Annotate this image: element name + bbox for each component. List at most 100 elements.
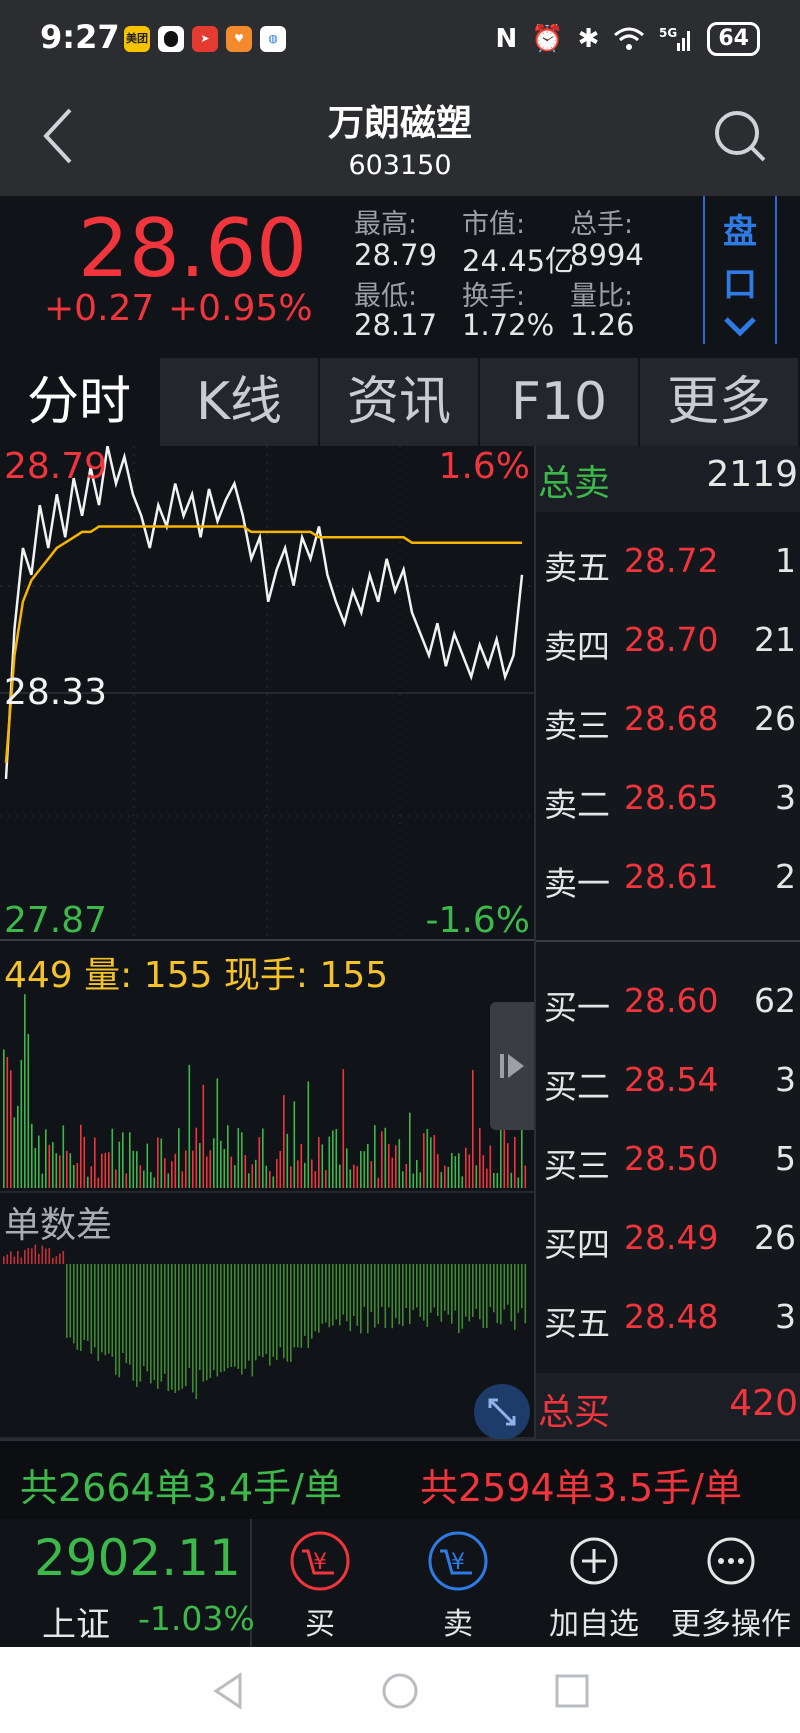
ask-row-2[interactable]: 卖二 28.65 3 <box>536 778 800 828</box>
bid-row-5[interactable]: 买五 28.48 3 <box>536 1297 800 1347</box>
volume-bar <box>178 1128 180 1188</box>
volume-bar <box>90 1166 93 1188</box>
more-actions-button[interactable]: 更多操作 <box>662 1519 800 1647</box>
order-diff-bar <box>514 1264 516 1330</box>
tab-news[interactable]: 资讯 <box>320 358 480 446</box>
order-diff-bar <box>426 1264 429 1327</box>
order-diff-bar <box>500 1264 502 1325</box>
volume-bar <box>402 1171 404 1188</box>
volume-bar <box>314 1171 317 1188</box>
order-diff-bar <box>87 1264 89 1341</box>
volume-bar <box>363 1151 366 1188</box>
order-diff-bar <box>461 1264 464 1329</box>
nfc-icon: N <box>495 24 518 54</box>
volume-bar <box>230 1156 233 1188</box>
volume-bar <box>241 1132 243 1188</box>
buy-button[interactable]: ¥ 买 <box>252 1519 388 1647</box>
order-diff-bar <box>160 1264 163 1382</box>
volume-bar <box>160 1138 163 1188</box>
pct-min-label: -1.6% <box>425 900 530 941</box>
order-diff-bar <box>174 1264 177 1393</box>
order-diff-bar <box>521 1264 523 1309</box>
tab-timeshare[interactable]: 分时 <box>0 358 160 446</box>
search-icon[interactable] <box>712 108 768 164</box>
order-diff-bar <box>129 1264 131 1365</box>
volume-bar <box>192 1150 194 1188</box>
nav-back-icon[interactable] <box>210 1671 246 1711</box>
bid-qty: 3 <box>775 1297 796 1336</box>
volume-bar <box>272 1176 275 1188</box>
pankou-toggle[interactable]: 盘 口 <box>703 196 777 344</box>
order-diff-bar <box>454 1264 457 1311</box>
ask-row-1[interactable]: 卖一 28.61 2 <box>536 857 800 907</box>
more-actions-label: 更多操作 <box>671 1607 791 1642</box>
order-diff-bar <box>300 1264 303 1348</box>
volume-bar <box>276 1159 278 1188</box>
bid-row-4[interactable]: 买四 28.49 26 <box>536 1218 800 1268</box>
tab-kline[interactable]: K线 <box>160 358 320 446</box>
index-ticker[interactable]: 2902.11 上证 -1.03% <box>0 1519 255 1647</box>
order-diff-bar <box>349 1264 352 1332</box>
tab-bar: 分时 K线 资讯 F10 更多 <box>0 358 800 446</box>
volume-bar <box>48 1144 51 1188</box>
volume-bar <box>76 1163 79 1188</box>
bid-row-2[interactable]: 买二 28.54 3 <box>536 1060 800 1110</box>
expand-icon <box>488 1398 516 1426</box>
bid-row-1[interactable]: 买一 28.60 62 <box>536 981 800 1031</box>
volume-bar <box>59 1155 61 1188</box>
order-diff-bar <box>41 1245 44 1264</box>
nav-recents-icon[interactable] <box>552 1671 592 1711</box>
volume-bar <box>139 1165 142 1188</box>
volume-bar <box>13 1117 16 1188</box>
volume-bar <box>524 1165 527 1188</box>
ask-label: 卖一 <box>544 864 610 903</box>
volume-bar <box>104 1152 107 1188</box>
app-orange-icon: ♥ <box>226 26 252 52</box>
order-diff-bar <box>192 1264 194 1393</box>
volume-bar <box>216 1078 219 1188</box>
volume-bar <box>475 1165 478 1188</box>
nav-home-icon[interactable] <box>380 1671 420 1711</box>
ask-row-5[interactable]: 卖五 28.72 1 <box>536 541 800 591</box>
order-diff-bar <box>153 1264 156 1380</box>
ask-qty: 2 <box>775 857 796 896</box>
volume-bar <box>489 1145 492 1188</box>
order-diff-bar <box>279 1264 282 1348</box>
volume-bar <box>325 1170 327 1188</box>
volume-bar <box>479 1128 481 1188</box>
volume-bar <box>52 1142 54 1188</box>
bid-price: 28.48 <box>624 1297 719 1336</box>
fullscreen-button[interactable] <box>474 1384 530 1440</box>
order-diff-bar <box>458 1264 460 1334</box>
sell-button[interactable]: ¥ 卖 <box>390 1519 526 1647</box>
order-diff-bar <box>479 1264 481 1320</box>
order-diff-bar <box>430 1264 432 1313</box>
volume-bar <box>482 1155 485 1188</box>
order-diff-bar <box>391 1264 394 1329</box>
order-diff-bar <box>139 1264 142 1382</box>
order-diff-bar <box>402 1264 404 1326</box>
order-diff-bar <box>6 1254 9 1264</box>
intraday-chart[interactable] <box>0 446 534 1439</box>
volume-bar <box>458 1153 460 1188</box>
order-diff-bar <box>62 1250 65 1264</box>
order-diff-bar <box>164 1264 166 1374</box>
volume-bar <box>335 1129 338 1188</box>
order-diff-bar <box>433 1264 436 1308</box>
volume-bar <box>472 1070 474 1188</box>
volume-bar <box>45 1129 47 1188</box>
order-diff-bar <box>398 1264 401 1325</box>
volume-bar <box>269 1171 271 1188</box>
sell-cart-icon: ¥ <box>428 1531 488 1591</box>
order-diff-bar <box>314 1264 317 1332</box>
ask-row-4[interactable]: 卖四 28.70 21 <box>536 620 800 670</box>
volume-bar <box>220 1140 222 1188</box>
chart-area[interactable]: 28.79 1.6% 28.33 27.87 -1.6% 449 量: 155 … <box>0 446 534 1440</box>
collapse-handle[interactable] <box>490 1002 534 1130</box>
tab-f10[interactable]: F10 <box>480 358 640 446</box>
bid-row-3[interactable]: 买三 28.50 5 <box>536 1139 800 1189</box>
ask-row-3[interactable]: 卖三 28.68 26 <box>536 699 800 749</box>
add-watchlist-button[interactable]: 加自选 <box>526 1519 662 1647</box>
status-time: 9:27 <box>40 18 120 56</box>
tab-more[interactable]: 更多 <box>640 358 800 446</box>
